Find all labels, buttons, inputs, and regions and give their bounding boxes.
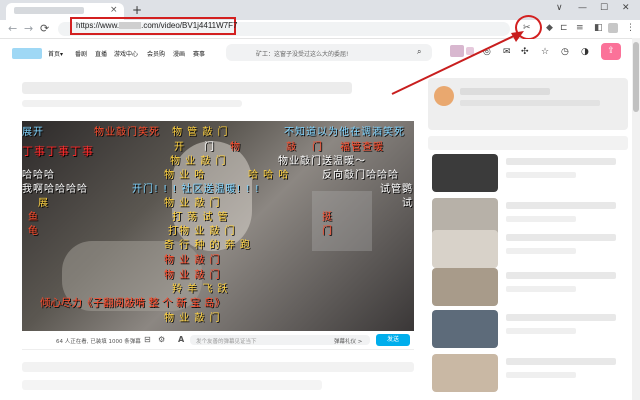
arrow-line bbox=[391, 33, 519, 95]
annotation-arrow bbox=[391, 31, 524, 95]
arrow-head bbox=[511, 31, 524, 42]
